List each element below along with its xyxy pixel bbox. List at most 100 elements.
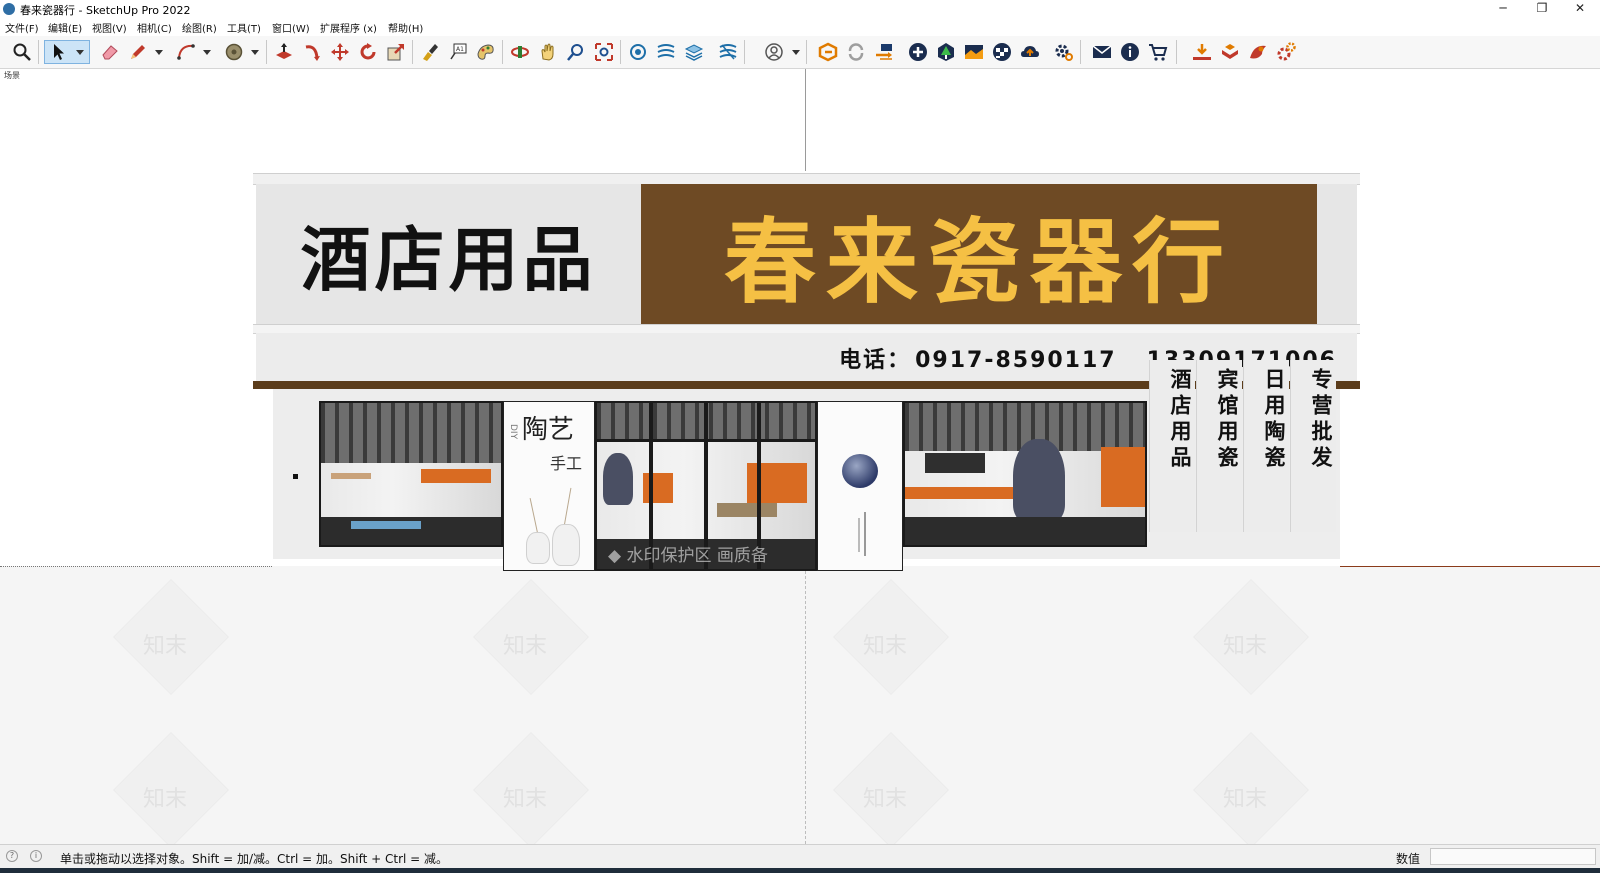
watermark-text: 知末 bbox=[863, 787, 908, 812]
menu-file[interactable]: 文件(F) bbox=[5, 20, 39, 35]
phone-label: 电话： bbox=[839, 348, 912, 373]
vertical-panel-guesthouse: 宾馆用瓷 bbox=[1196, 360, 1242, 532]
scale-icon[interactable] bbox=[384, 40, 408, 64]
vertical-text: 酒店用品 bbox=[1168, 368, 1192, 472]
components-icon[interactable] bbox=[626, 40, 650, 64]
pan-icon[interactable] bbox=[536, 40, 560, 64]
material-icon[interactable] bbox=[474, 40, 498, 64]
render-icon[interactable] bbox=[1246, 40, 1270, 64]
teapot-poster bbox=[817, 401, 903, 571]
vase-illustration bbox=[526, 532, 550, 564]
blue-axis-line bbox=[805, 69, 806, 171]
menu-window[interactable]: 窗口(W) bbox=[272, 20, 310, 35]
menu-camera[interactable]: 相机(C) bbox=[137, 20, 172, 35]
geolocation-icon[interactable]: ? bbox=[6, 850, 18, 862]
svg-text:A1: A1 bbox=[456, 46, 464, 53]
zoom-extents-icon[interactable] bbox=[592, 40, 616, 64]
checker-icon[interactable] bbox=[990, 40, 1014, 64]
zoom-icon[interactable] bbox=[10, 40, 34, 64]
title-bar: 春来瓷器行 - SketchUp Pro 2022 ─ ❐ ✕ bbox=[0, 0, 1600, 19]
minimize-button[interactable]: ─ bbox=[1485, 0, 1521, 19]
settings-icon[interactable] bbox=[1052, 40, 1076, 64]
rotate-icon[interactable] bbox=[356, 40, 380, 64]
layers-icon[interactable] bbox=[682, 40, 706, 64]
menu-help[interactable]: 帮助(H) bbox=[388, 20, 423, 35]
menu-extensions[interactable]: 扩展程序 (x) bbox=[320, 20, 377, 35]
move-icon[interactable] bbox=[328, 40, 352, 64]
measurements-input[interactable] bbox=[1430, 848, 1596, 865]
instructor-icon[interactable]: i bbox=[30, 850, 42, 862]
teapot-illustration bbox=[842, 454, 878, 488]
sync-icon[interactable] bbox=[844, 40, 868, 64]
vertical-text: 日用陶瓷 bbox=[1262, 368, 1286, 472]
close-button[interactable]: ✕ bbox=[1562, 0, 1598, 19]
watermark-text: 知末 bbox=[1223, 787, 1268, 812]
showroom-window-1 bbox=[319, 401, 503, 547]
import-icon[interactable] bbox=[1218, 40, 1242, 64]
window-title: 春来瓷器行 - SketchUp Pro 2022 bbox=[20, 4, 191, 17]
menu-tools[interactable]: 工具(T) bbox=[227, 20, 261, 35]
follow-me-icon[interactable] bbox=[300, 40, 324, 64]
poster-diy-label: DIY bbox=[508, 424, 518, 440]
poster-title: 陶艺 bbox=[522, 415, 575, 445]
watermark-text: 知末 bbox=[503, 634, 548, 659]
pencil-dropdown-icon[interactable] bbox=[155, 50, 163, 55]
render-settings-icon[interactable] bbox=[1274, 40, 1298, 64]
user-icon[interactable] bbox=[762, 40, 786, 64]
brand-name-text: 春来瓷器行 bbox=[723, 208, 1234, 316]
sign-end-panel bbox=[1317, 184, 1357, 324]
pencil-icon[interactable] bbox=[126, 40, 150, 64]
transfer-icon[interactable] bbox=[872, 40, 896, 64]
scenes-icon[interactable] bbox=[716, 40, 740, 64]
select-dropdown-icon[interactable] bbox=[76, 50, 84, 55]
watermark-text: 知末 bbox=[143, 787, 188, 812]
vertical-text: 宾馆用瓷 bbox=[1215, 368, 1239, 472]
menu-draw[interactable]: 绘图(R) bbox=[182, 20, 217, 35]
push-pull-icon[interactable] bbox=[272, 40, 296, 64]
vertical-panel-hotel: 酒店用品 bbox=[1149, 360, 1195, 532]
poster-subtitle: 手工 bbox=[550, 454, 583, 473]
zoom-window-icon[interactable] bbox=[564, 40, 588, 64]
styles-icon[interactable] bbox=[654, 40, 678, 64]
landscape-icon[interactable] bbox=[962, 40, 986, 64]
watermark-text: 知末 bbox=[503, 787, 548, 812]
arc-dropdown-icon[interactable] bbox=[203, 50, 211, 55]
info-icon[interactable] bbox=[1118, 40, 1142, 64]
extension-logo-icon[interactable] bbox=[816, 40, 840, 64]
scene-tab-label[interactable]: 场景 bbox=[4, 70, 20, 81]
red-axis-line bbox=[1340, 566, 1600, 567]
protection-watermark: ◆ 水印保护区 画质备 bbox=[608, 546, 768, 566]
measurements-label: 数值 bbox=[1396, 852, 1421, 866]
ground-plane: 知末 知末 知末 知末 知末 知末 知末 知末 bbox=[0, 566, 1600, 844]
cloud-upload-icon[interactable] bbox=[1018, 40, 1042, 64]
tape-measure-icon[interactable] bbox=[222, 40, 246, 64]
showroom-window-2 bbox=[903, 401, 1147, 547]
vertical-text: 专营批发 bbox=[1309, 368, 1333, 472]
text-icon[interactable]: A1 bbox=[446, 40, 470, 64]
user-dropdown-icon[interactable] bbox=[792, 50, 800, 55]
vase-illustration bbox=[552, 524, 580, 566]
arc-icon[interactable] bbox=[174, 40, 198, 64]
menu-bar: 文件(F) 编辑(E) 视图(V) 相机(C) 绘图(R) 工具(T) 窗口(W… bbox=[0, 19, 1600, 35]
menu-edit[interactable]: 编辑(E) bbox=[48, 20, 82, 35]
vertical-panel-daily: 日用陶瓷 bbox=[1243, 360, 1289, 532]
tape-dropdown-icon[interactable] bbox=[251, 50, 259, 55]
pottery-diy-poster: 陶艺 手工 DIY bbox=[503, 401, 595, 571]
mail-icon[interactable] bbox=[1090, 40, 1114, 64]
watermark-text: 知末 bbox=[143, 634, 188, 659]
pillar-marker bbox=[293, 474, 298, 479]
tree-icon[interactable] bbox=[934, 40, 958, 64]
taskbar-edge bbox=[0, 868, 1600, 873]
restore-button[interactable]: ❐ bbox=[1524, 0, 1560, 19]
watermark-text: 知末 bbox=[863, 634, 908, 659]
model-viewport[interactable]: 场景 知末 知末 知末 知末 知末 知末 知末 知末 酒店用品 春来瓷器行 电话… bbox=[0, 69, 1600, 844]
eraser-icon[interactable] bbox=[98, 40, 122, 64]
orbit-icon[interactable] bbox=[508, 40, 532, 64]
status-hint: 单击或拖动以选择对象。Shift = 加/减。Ctrl = 加。Shift + … bbox=[60, 852, 449, 866]
add-icon[interactable] bbox=[906, 40, 930, 64]
download-icon[interactable] bbox=[1190, 40, 1214, 64]
sketchup-app-icon bbox=[3, 3, 15, 15]
cart-icon[interactable] bbox=[1146, 40, 1170, 64]
paint-bucket-icon[interactable] bbox=[418, 40, 442, 64]
menu-view[interactable]: 视图(V) bbox=[92, 20, 127, 35]
